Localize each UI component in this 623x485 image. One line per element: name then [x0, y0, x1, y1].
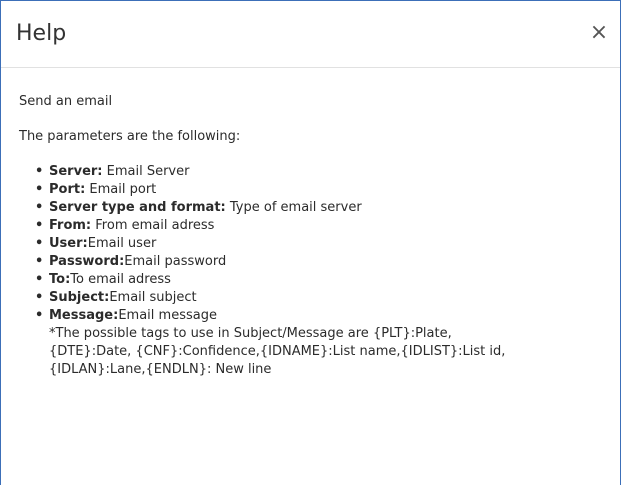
param-name: Message:: [49, 308, 119, 323]
dialog-header: Help ×: [1, 1, 620, 68]
list-item: • Subject:Email subject: [33, 289, 608, 307]
param-name: From:: [49, 218, 92, 233]
param-description: To email adress: [70, 272, 171, 287]
param-description: Email Server: [102, 164, 190, 179]
tags-note-line-3: {IDLAN}:Lane,{ENDLN}: New line: [49, 362, 272, 377]
param-description: Email port: [85, 182, 157, 197]
tags-note-line-2: {DTE}:Date, {CNF}:Confidence,{IDNAME}:Li…: [49, 344, 506, 359]
list-item: • From: From email adress: [33, 217, 608, 235]
param-description: Type of email server: [225, 200, 362, 215]
param-name: Password:: [49, 254, 125, 269]
param-description: Email subject: [109, 290, 197, 305]
param-description: Email password: [124, 254, 227, 269]
bullet-icon: •: [35, 254, 44, 269]
param-name: To:: [49, 272, 71, 287]
tags-note-line-1: *The possible tags to use in Subject/Mes…: [49, 326, 452, 341]
dialog-body: Send an email The parameters are the fol…: [19, 93, 608, 379]
bullet-icon: •: [35, 236, 44, 251]
list-item: • Server type and format: Type of email s…: [33, 199, 608, 217]
list-item: • Port: Email port: [33, 181, 608, 199]
list-item: • Server: Email Server: [33, 163, 608, 181]
param-name: User:: [49, 236, 88, 251]
help-dialog: Help × Send an email The parameters are …: [0, 0, 621, 485]
list-item: • Message:Email message *The possible tag…: [33, 307, 608, 379]
param-name: Port:: [49, 182, 86, 197]
bullet-icon: •: [35, 164, 44, 179]
bullet-icon: •: [35, 182, 44, 197]
bullet-icon: •: [35, 200, 44, 215]
close-icon: ×: [589, 20, 609, 45]
bullet-icon: •: [35, 218, 44, 233]
close-button[interactable]: ×: [588, 20, 610, 46]
parameter-list: • Server: Email Server • Port: Email port …: [19, 163, 608, 379]
params-intro-text: The parameters are the following:: [19, 129, 241, 144]
param-name: Server type and format:: [49, 200, 226, 215]
bullet-icon: •: [35, 272, 44, 287]
param-name: Subject:: [49, 290, 110, 305]
bullet-icon: •: [35, 290, 44, 305]
param-description: Email message: [118, 308, 217, 323]
dialog-title: Help: [16, 21, 67, 46]
intro-text: Send an email: [19, 94, 113, 109]
list-item: • User:Email user: [33, 235, 608, 253]
param-name: Server:: [49, 164, 103, 179]
bullet-icon: •: [35, 308, 44, 323]
list-item: • To:To email adress: [33, 271, 608, 289]
param-description: From email adress: [91, 218, 215, 233]
list-item: • Password:Email password: [33, 253, 608, 271]
param-description: Email user: [87, 236, 157, 251]
